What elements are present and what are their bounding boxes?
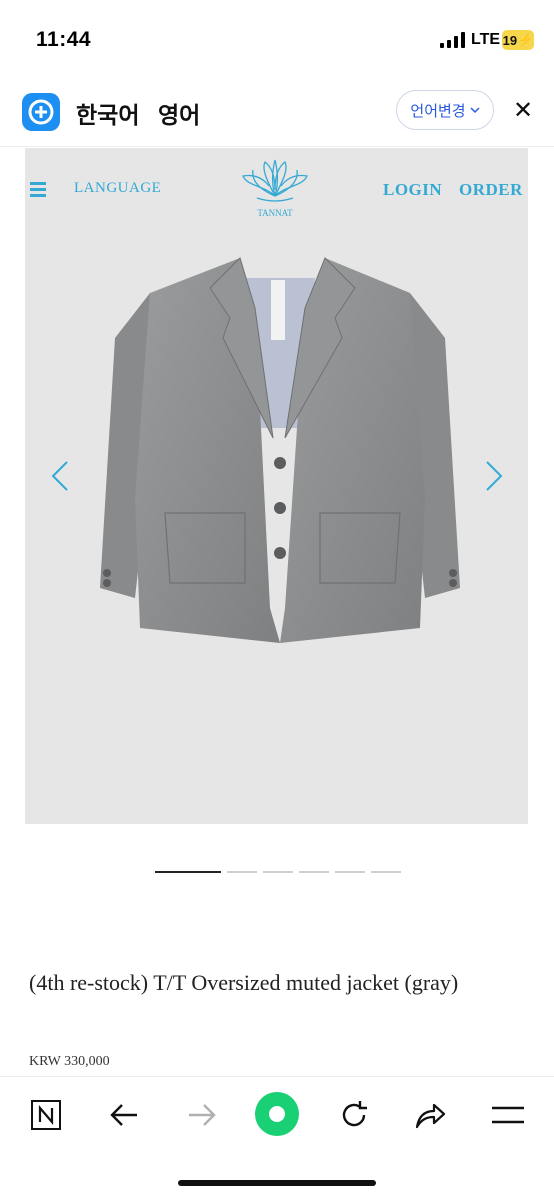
battery-level: 19 <box>502 32 518 48</box>
product-price: KRW 330,000 <box>29 1054 110 1069</box>
tab-korean[interactable]: 한국어 <box>76 96 139 130</box>
carousel-next-icon[interactable] <box>481 458 507 494</box>
status-bar: 11:44 LTE 19 ⚡ <box>0 0 554 80</box>
chevron-down-icon <box>470 107 480 114</box>
battery-icon: 19 ⚡ <box>502 30 534 50</box>
login-link[interactable]: LOGIN <box>383 180 442 200</box>
translate-bar: 한국어 영어 언어변경 ✕ <box>0 80 554 147</box>
close-icon[interactable]: ✕ <box>510 98 536 124</box>
order-link[interactable]: ORDER <box>459 180 523 200</box>
brand-logo-text: TANNAT <box>257 208 293 218</box>
home-indicator <box>178 1180 376 1186</box>
forward-icon[interactable] <box>184 1097 220 1133</box>
back-icon[interactable] <box>106 1097 142 1133</box>
naver-n-icon[interactable] <box>28 1097 64 1133</box>
carousel-indicator-1[interactable] <box>155 871 221 873</box>
tab-english[interactable]: 영어 <box>158 96 200 130</box>
hamburger-menu-icon[interactable] <box>30 181 46 197</box>
language-change-button[interactable]: 언어변경 <box>396 90 494 130</box>
carousel-indicator-3[interactable] <box>263 871 293 873</box>
carousel-indicator-4[interactable] <box>299 871 329 873</box>
product-hero: LANGUAGE TANNAT LOGIN ORDER <box>25 148 528 824</box>
language-change-label: 언어변경 <box>410 102 466 120</box>
refresh-icon[interactable] <box>336 1097 372 1133</box>
carousel-indicator-2[interactable] <box>227 871 257 873</box>
home-dot-icon[interactable] <box>254 1091 300 1137</box>
menu-icon[interactable] <box>490 1097 526 1133</box>
papago-logo-icon <box>22 93 60 131</box>
status-time: 11:44 <box>36 28 92 51</box>
carousel-indicator-5[interactable] <box>335 871 365 873</box>
carousel-prev-icon[interactable] <box>47 458 73 494</box>
product-title: (4th re-stock) T/T Oversized muted jacke… <box>29 970 459 995</box>
carousel-indicator-6[interactable] <box>371 871 401 873</box>
product-image <box>100 257 460 643</box>
signal-icon <box>440 32 465 48</box>
share-icon[interactable] <box>412 1097 448 1133</box>
brand-logo[interactable]: TANNAT <box>235 156 315 228</box>
network-label: LTE <box>471 31 501 48</box>
site-language-link[interactable]: LANGUAGE <box>74 180 161 197</box>
